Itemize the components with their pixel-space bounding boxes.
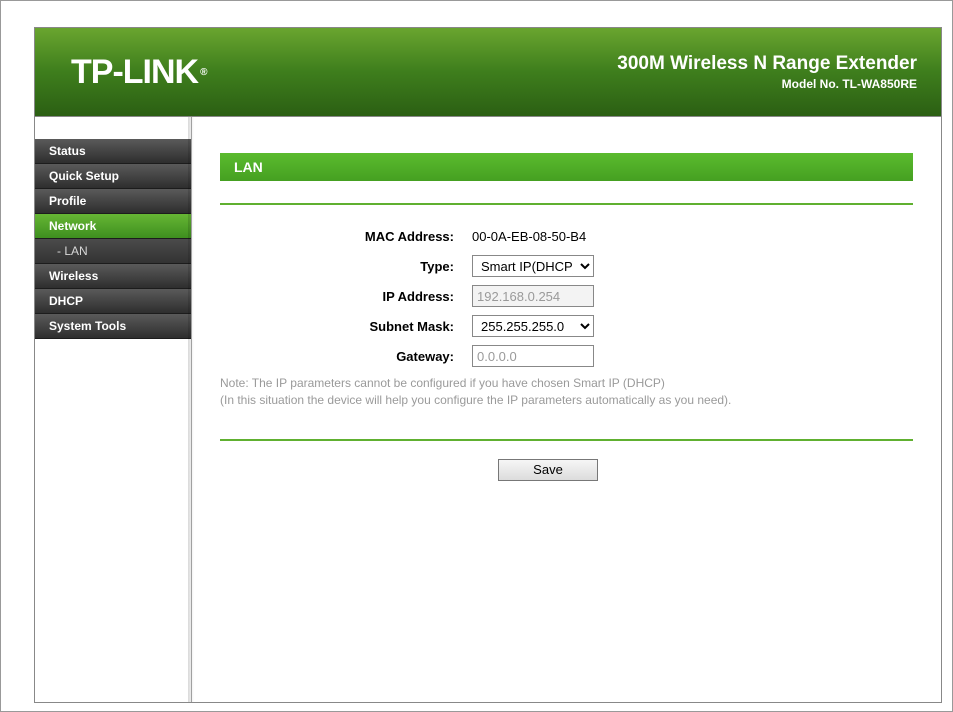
sidebar-item-dhcp[interactable]: DHCP — [35, 289, 191, 314]
ip-address-input — [472, 285, 594, 307]
content: LAN MAC Address: 00-0A-EB-08-50-B4 Type:… — [192, 117, 941, 702]
sidebar: Status Quick Setup Profile Network - LAN… — [35, 117, 192, 702]
registered-mark: ® — [200, 67, 206, 78]
note-line-1: Note: The IP parameters cannot be config… — [220, 376, 665, 390]
product-title: 300M Wireless N Range Extender — [617, 53, 917, 75]
brand-text: TP-LINK — [71, 53, 198, 92]
header: TP-LINK® 300M Wireless N Range Extender … — [35, 28, 941, 117]
sidebar-item-profile[interactable]: Profile — [35, 189, 191, 214]
subnet-mask-label: Subnet Mask: — [220, 319, 472, 334]
save-button[interactable]: Save — [498, 459, 598, 481]
brand-logo: TP-LINK® — [71, 53, 206, 92]
type-select[interactable]: Smart IP(DHCP) — [472, 255, 594, 277]
sidebar-item-network[interactable]: Network — [35, 214, 191, 239]
sidebar-item-wireless[interactable]: Wireless — [35, 264, 191, 289]
gateway-label: Gateway: — [220, 349, 472, 364]
gateway-input — [472, 345, 594, 367]
type-label: Type: — [220, 259, 472, 274]
subnet-mask-select[interactable]: 255.255.255.0 — [472, 315, 594, 337]
note-text: Note: The IP parameters cannot be config… — [220, 375, 913, 409]
sidebar-item-quick-setup[interactable]: Quick Setup — [35, 164, 191, 189]
model-number: Model No. TL-WA850RE — [617, 77, 917, 91]
mac-address-label: MAC Address: — [220, 229, 472, 244]
note-line-2: (In this situation the device will help … — [220, 393, 731, 407]
ip-address-label: IP Address: — [220, 289, 472, 304]
sidebar-item-status[interactable]: Status — [35, 139, 191, 164]
section-title: LAN — [220, 153, 913, 181]
sidebar-subitem-lan[interactable]: - LAN — [35, 239, 191, 264]
sidebar-item-system-tools[interactable]: System Tools — [35, 314, 191, 339]
header-right: 300M Wireless N Range Extender Model No.… — [617, 53, 917, 91]
mac-address-value: 00-0A-EB-08-50-B4 — [472, 229, 586, 244]
